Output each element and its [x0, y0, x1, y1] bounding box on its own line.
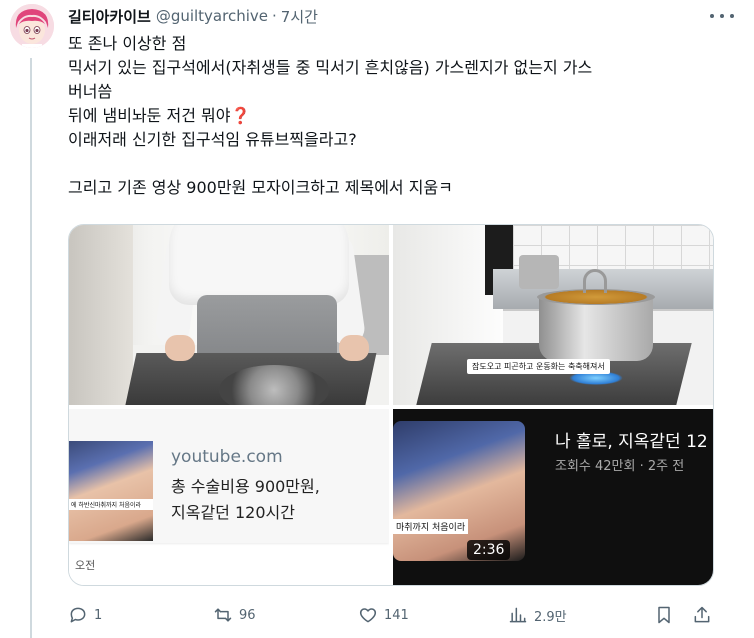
share-icon	[694, 606, 710, 623]
thread-line	[30, 58, 32, 638]
status-bar-time: 오전	[75, 559, 96, 572]
retweet-count: 96	[239, 607, 256, 623]
heart-icon	[359, 608, 377, 623]
tweet-time[interactable]: 7시간	[281, 6, 318, 27]
media-image-link-card[interactable]: 에 하반신마취까지 처음이라 youtube.com 총 수술비용 900만원,…	[69, 409, 389, 585]
tweet-header: 길티아카이브 @guiltyarchive · 7시간	[68, 4, 318, 28]
video-duration-badge: 2:36	[467, 540, 511, 560]
link-card-title: 총 수술비용 900만원,	[171, 477, 320, 496]
tweet-line: 믹서기 있는 집구석에서(자취생들 중 믹서기 흔치않음) 가스렌지가 없는지 …	[68, 58, 593, 77]
media-image-kitchen-person[interactable]	[69, 225, 389, 405]
question-emoji-icon: ❓	[230, 106, 251, 125]
video-thumbnail: 마취까지 처음이라 2:36	[393, 421, 525, 561]
reply-button[interactable]: 1	[68, 604, 102, 626]
video-subtitle-caption: 잠도오고 피곤하고 운동화는 축축해져서	[467, 359, 610, 374]
retweet-button[interactable]: 96	[213, 604, 256, 626]
media-grid: 잠도오고 피곤하고 운동화는 축축해져서 에 하반신마취까지 처음이라 yout…	[68, 224, 714, 586]
thumbnail-caption: 마취까지 처음이라	[393, 519, 469, 534]
tweet-line-text: 뒤에 냄비놔둔 저건 뭐야	[68, 106, 231, 125]
bookmark-button[interactable]	[654, 604, 674, 626]
link-card-title: 지옥같던 120시간	[171, 503, 295, 522]
more-options-icon[interactable]	[710, 8, 734, 24]
media-image-pot-on-burner[interactable]: 잠도오고 피곤하고 운동화는 축축해져서	[393, 225, 713, 405]
reply-icon	[70, 607, 86, 623]
avatar[interactable]	[10, 4, 54, 48]
video-title: 나 홀로, 지옥같던 12	[555, 432, 708, 452]
tweet-line-with-emoji: 뒤에 냄비놔둔 저건 뭐야❓	[68, 104, 728, 128]
author-handle[interactable]: @guiltyarchive	[156, 7, 268, 25]
link-card-thumbnail: 에 하반신마취까지 처음이라	[69, 441, 153, 541]
share-button[interactable]	[692, 604, 712, 626]
like-button[interactable]: 141	[358, 604, 409, 626]
views-chart-icon	[509, 607, 527, 623]
tweet-line: 이래저래 신기한 집구석임 유튜브찍을라고?	[68, 130, 357, 149]
author-name[interactable]: 길티아카이브	[68, 6, 151, 27]
avatar-image	[10, 4, 54, 48]
media-image-video-card[interactable]: 마취까지 처음이라 2:36 나 홀로, 지옥같던 12 조회수 42만회 · …	[393, 409, 713, 585]
tweet-line: 그리고 기존 영상 900만원 모자이크하고 제목에서 지움ㅋ	[68, 178, 453, 197]
reply-count: 1	[94, 607, 103, 623]
views-button[interactable]: 2.9만	[508, 604, 567, 626]
like-count: 141	[384, 607, 409, 623]
video-meta: 조회수 42만회 · 2주 전	[555, 459, 685, 474]
tweet-line: 버너씀	[68, 82, 113, 101]
tweet-line: 또 존나 이상한 점	[68, 34, 187, 53]
thumbnail-caption: 에 하반신마취까지 처음이라	[69, 499, 153, 510]
link-card[interactable]: 에 하반신마취까지 처음이라 youtube.com 총 수술비용 900만원,…	[69, 409, 389, 543]
action-bar: 1 96 141 2.9만	[68, 604, 714, 626]
tweet-text: 또 존나 이상한 점 믹서기 있는 집구석에서(자취생들 중 믹서기 흔치않음)…	[68, 32, 728, 200]
link-card-domain: youtube.com	[171, 447, 283, 467]
views-count: 2.9만	[534, 609, 567, 625]
separator-dot: ·	[272, 7, 277, 25]
bookmark-icon	[658, 606, 670, 624]
retweet-icon	[214, 608, 232, 622]
